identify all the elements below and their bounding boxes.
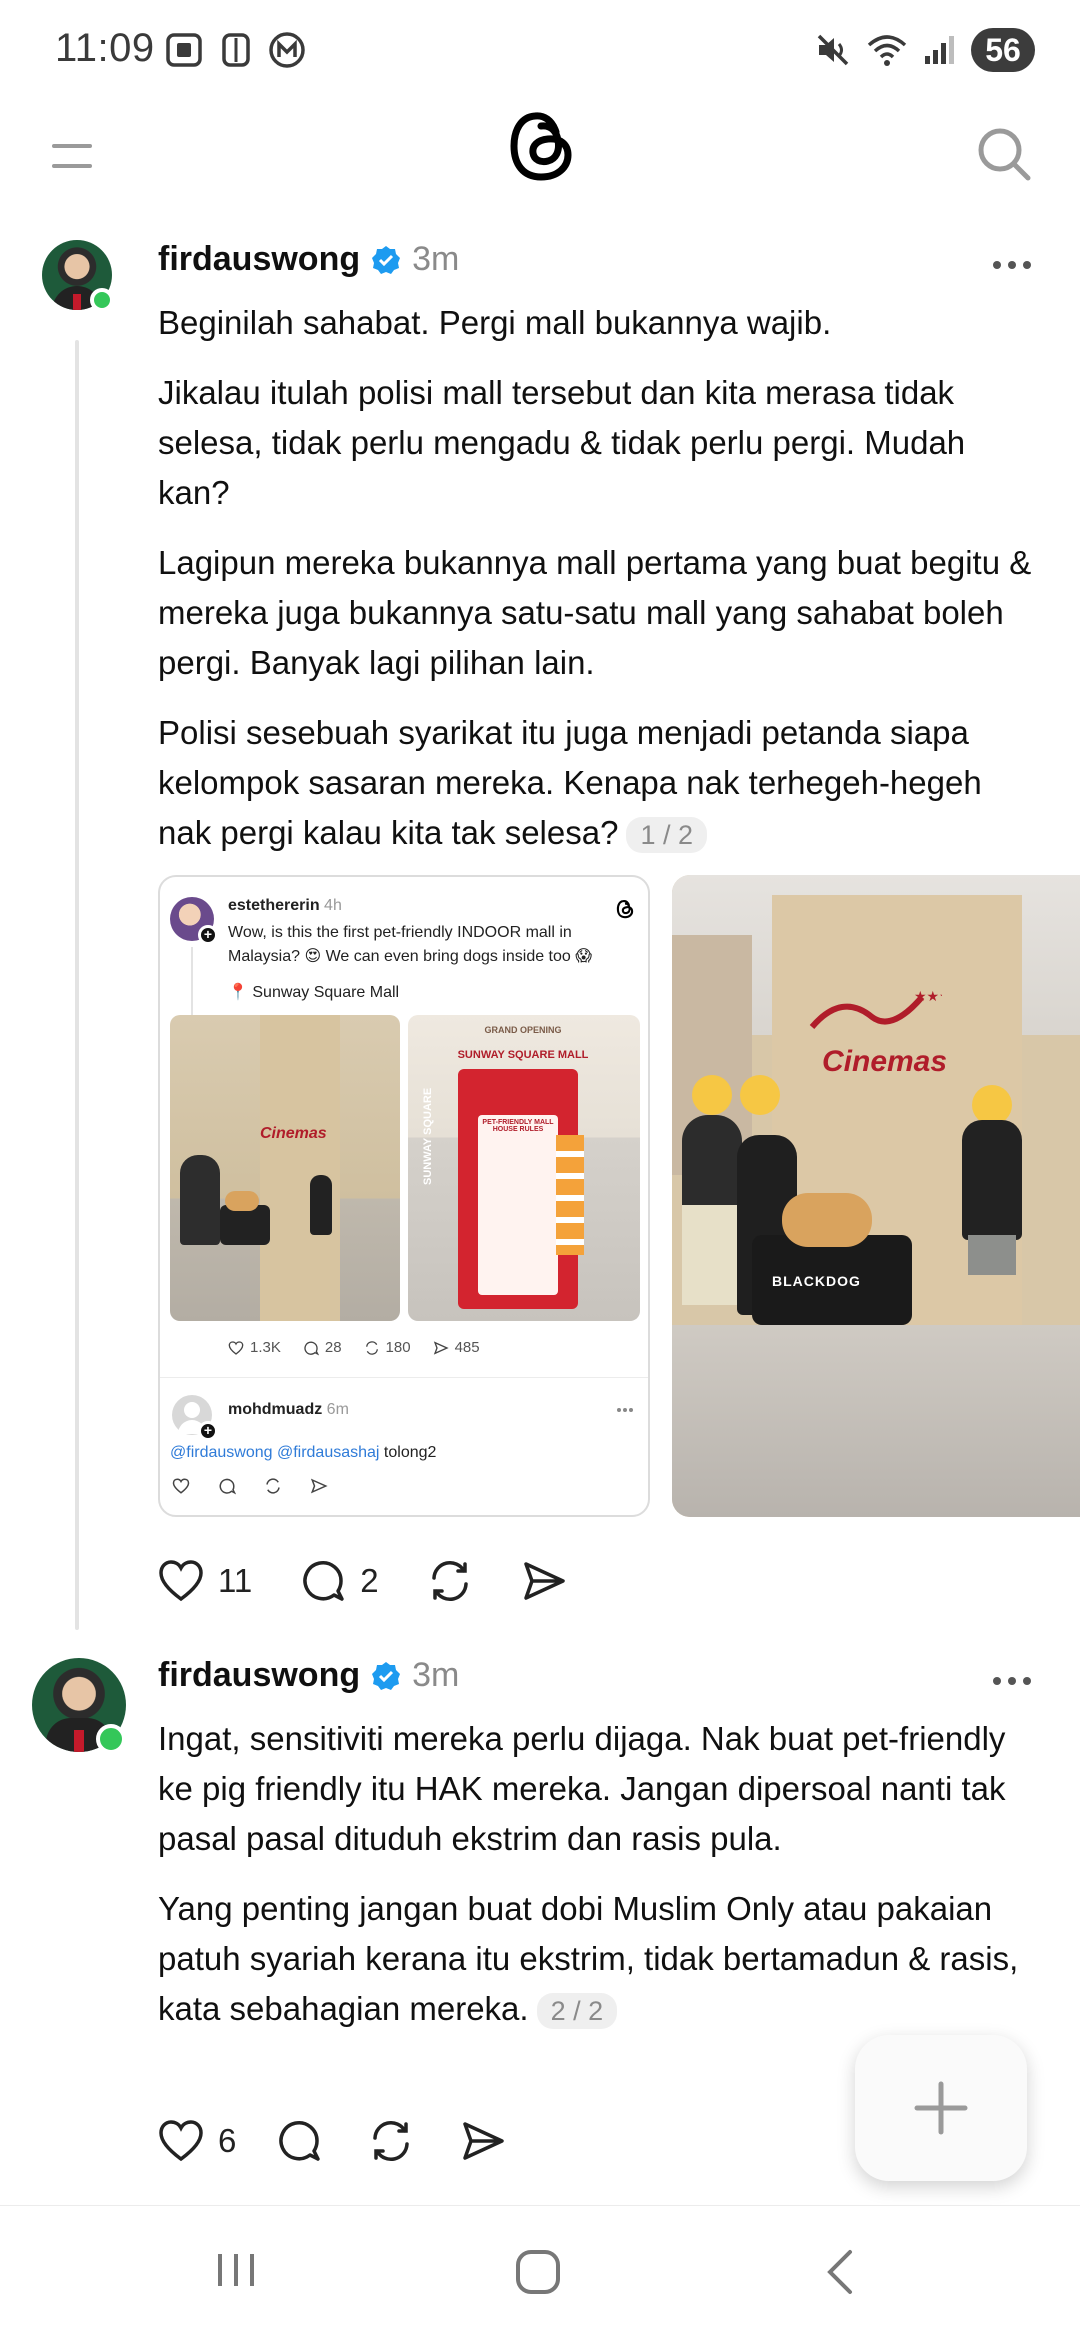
follow-plus-icon: + [198, 1421, 218, 1441]
embedded-location: 📍 Sunway Square Mall [228, 984, 400, 1001]
threads-logo[interactable] [508, 108, 574, 184]
status-right-icons: 56 [815, 28, 1035, 72]
thread-counter: 2 / 2 [536, 1993, 618, 2030]
post-body: Beginilah sahabat. Pergi mall bukannya w… [158, 298, 1038, 878]
share-icon [433, 1340, 449, 1355]
post-header: firdauswong 3m [158, 240, 459, 279]
cinema-logo-text: Cinemas [822, 1045, 948, 1078]
svg-text:★★★★: ★★★★ [914, 988, 942, 1004]
embedded-username: estethererin 4h [228, 897, 342, 914]
reply-button[interactable] [276, 2118, 322, 2164]
m-icon [269, 32, 305, 68]
status-left-icons [165, 32, 305, 68]
share-button[interactable] [460, 2118, 506, 2164]
username[interactable]: firdauswong [158, 1656, 360, 1695]
status-time: 11:09 [55, 26, 155, 70]
mall-name-sign: SUNWAY SQUARE MALL [457, 1049, 589, 1061]
username[interactable]: firdauswong [158, 240, 360, 279]
post-time: 3m [412, 240, 460, 278]
heart-icon [228, 1340, 244, 1355]
share-button[interactable] [521, 1558, 567, 1604]
recents-icon[interactable] [214, 2248, 258, 2292]
comment-icon [303, 1561, 345, 1601]
cinema-logo-mark: ★★★★ [809, 988, 942, 1029]
signal-icon [925, 36, 954, 64]
like-count: 6 [218, 2122, 237, 2159]
thread-counter: 1 / 2 [626, 817, 707, 854]
post-actions: 11 2 [158, 1558, 615, 1604]
embedded-text: Wow, is this the first pet-friendly INDO… [228, 924, 592, 965]
screenshot-icon [166, 33, 202, 67]
post-paragraph: Ingat, sensitiviti mereka perlu dijaga. … [158, 1720, 1006, 1857]
post-paragraph: Lagipun mereka bukannya mall pertama yan… [158, 544, 1032, 681]
post-paragraph: Yang penting jangan buat dobi Muslim Onl… [158, 1884, 1038, 2034]
reply-button[interactable]: 2 [300, 1558, 379, 1604]
embedded-photo-2: GRAND OPENING SUNWAY SQUARE MALL SUNWAY … [408, 1015, 640, 1321]
more-options-icon [617, 1408, 633, 1412]
post-paragraph: Beginilah sahabat. Pergi mall bukannya w… [158, 304, 832, 341]
more-options-icon[interactable] [992, 1676, 1032, 1686]
heart-icon [159, 1560, 203, 1602]
verified-badge-icon [372, 245, 401, 274]
thread-line [75, 340, 79, 1630]
post-actions: 6 [158, 2118, 554, 2164]
comment-icon [304, 1341, 319, 1355]
reply-actions [172, 1477, 328, 1495]
post-body: Ingat, sensitiviti mereka perlu dijaga. … [158, 1714, 1038, 2054]
reply-count: 2 [360, 1562, 379, 1599]
share-icon [463, 2122, 505, 2160]
repost-icon [431, 1561, 468, 1601]
wifi-icon [867, 35, 907, 66]
new-thread-button[interactable] [855, 2035, 1027, 2181]
repost-icon [365, 1340, 378, 1355]
share-icon [523, 1562, 565, 1600]
status-bar: 11:09 56 [0, 0, 1080, 100]
search-icon[interactable] [976, 126, 1032, 182]
cinema-brand-text: Cinemas [260, 1125, 327, 1142]
nfc-icon [222, 33, 250, 67]
threads-mini-logo [616, 900, 634, 919]
system-nav-bar [0, 2205, 1080, 2340]
like-button[interactable]: 6 [158, 2119, 236, 2163]
verified-badge-icon [372, 1661, 401, 1690]
comment-icon [219, 1478, 236, 1495]
back-icon[interactable] [820, 2248, 860, 2296]
grand-opening-sign: GRAND OPENING [484, 1025, 562, 1035]
post-header: firdauswong 3m [158, 1656, 459, 1695]
post-paragraph: Polisi sesebuah syarikat itu juga menjad… [158, 708, 1038, 858]
repost-icon [266, 1478, 280, 1494]
repost-button[interactable] [427, 1558, 473, 1604]
follow-plus-icon: + [198, 925, 218, 945]
more-options-icon[interactable] [992, 260, 1032, 270]
battery-indicator: 56 [971, 28, 1035, 72]
like-button[interactable]: 11 [158, 1559, 252, 1603]
post-time: 3m [412, 1656, 460, 1694]
heart-icon [172, 1478, 190, 1494]
share-icon [310, 1478, 328, 1494]
post-paragraph: Jikalau itulah polisi mall tersebut dan … [158, 374, 966, 511]
wagon-label: BLACKDOG [772, 1273, 861, 1289]
like-count: 11 [218, 1562, 253, 1599]
mall-photo[interactable]: Cinemas ★★★★ BLACKDOG [672, 875, 1080, 1517]
reply-text: @firdauswong @firdausashaj tolong2 [170, 1444, 437, 1461]
plus-icon [914, 2081, 968, 2135]
reply-username: mohdmuadz 6m [228, 1401, 349, 1418]
sunway-square-vertical: SUNWAY SQUARE [422, 1087, 434, 1185]
repost-icon [373, 2121, 410, 2161]
embedded-screenshot[interactable]: + estethererin 4h Wow, is this the first… [158, 875, 650, 1517]
mute-icon [817, 34, 849, 66]
menu-icon[interactable] [52, 138, 92, 174]
app-header [0, 100, 1080, 210]
embedded-photo-1: Cinemas [170, 1015, 400, 1321]
heart-icon [159, 2120, 203, 2162]
media-carousel[interactable]: + estethererin 4h Wow, is this the first… [158, 875, 1080, 1517]
online-indicator [90, 288, 114, 312]
embedded-stats: 1.3K 28 180 485 [228, 1339, 480, 1356]
home-icon[interactable] [514, 2248, 562, 2296]
online-indicator [96, 1724, 126, 1754]
repost-button[interactable] [368, 2118, 414, 2164]
house-rules-title: PET-FRIENDLY MALL HOUSE RULES [482, 1119, 554, 1133]
comment-icon [279, 2121, 321, 2161]
